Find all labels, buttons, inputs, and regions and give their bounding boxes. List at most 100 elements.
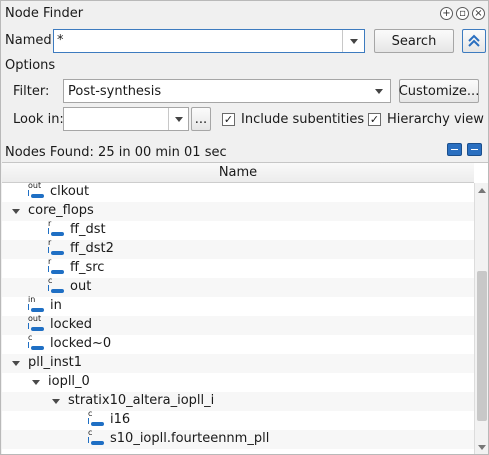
tree-row-label: s10_iopll.fourteennm_pll	[110, 431, 270, 446]
include-subentities-checkbox[interactable]: ✓	[222, 113, 235, 126]
pin-type-label: r	[48, 257, 52, 266]
named-combobox[interactable]: *	[53, 29, 365, 53]
pin-line	[28, 323, 29, 329]
options-heading: Options	[5, 58, 56, 73]
tree-row-label: in	[50, 298, 62, 313]
pin-type-label: c	[88, 428, 93, 437]
hierarchy-view-label[interactable]: Hierarchy view	[387, 112, 484, 127]
search-button-label: Search	[391, 33, 437, 49]
chevron-down-icon[interactable]	[342, 30, 364, 52]
pin-bar	[91, 422, 104, 426]
named-value[interactable]: *	[57, 33, 64, 48]
pin-type-label: c	[28, 333, 33, 342]
pin-line	[28, 304, 29, 310]
browse-button[interactable]: ...	[191, 107, 211, 131]
tree-row-label: out	[70, 279, 92, 294]
node-list: Name out clkout core_flops r ff_dst r ff_dst2 r…	[2, 162, 488, 454]
tree-row[interactable]: r ff_dst	[2, 219, 474, 240]
tree-row-label: ff_dst	[70, 222, 106, 237]
nodes-found-status: Nodes Found: 25 in 00 min 01 sec	[5, 145, 227, 160]
pin-line	[28, 342, 29, 348]
pin-line	[28, 190, 29, 196]
lookin-combobox[interactable]	[63, 107, 189, 131]
pin-type-label: r	[48, 238, 52, 247]
expand-all-icon[interactable]	[447, 143, 462, 156]
pin-bar	[51, 251, 64, 255]
help-circle-icon[interactable]: +	[440, 7, 453, 20]
pin-type-label: c	[48, 276, 53, 285]
pin-bar	[31, 194, 44, 198]
tree-row[interactable]: r ff_src	[2, 257, 474, 278]
tree-row-label: clkout	[50, 184, 90, 199]
pin-c-icon: c	[88, 428, 110, 449]
chevron-down-icon[interactable]	[368, 80, 390, 102]
pin-bar	[31, 327, 44, 331]
tree-row[interactable]: c out	[2, 276, 474, 297]
tree-expander-icon[interactable]	[52, 399, 60, 404]
pin-type-label: out	[28, 314, 42, 323]
tree-row[interactable]: out clkout	[2, 181, 474, 202]
tree-row-label: core_flops	[28, 203, 94, 218]
pin-bar	[31, 308, 44, 312]
float-window-icon[interactable]: ▫	[456, 7, 469, 20]
pin-bar	[51, 289, 64, 293]
pin-line	[88, 418, 89, 424]
pin-bar	[51, 232, 64, 236]
vertical-scrollbar[interactable]	[474, 183, 488, 454]
pin-line	[48, 285, 49, 291]
search-button[interactable]: Search	[374, 29, 454, 53]
close-window-icon[interactable]: ×	[472, 7, 485, 20]
tree-row[interactable]: c locked~0	[2, 333, 474, 354]
named-label: Named:	[5, 33, 56, 48]
tree-expander-icon[interactable]	[12, 209, 20, 214]
pin-type-label: out	[28, 181, 42, 190]
filter-combobox[interactable]: Post-synthesis	[63, 79, 391, 103]
include-subentities-label[interactable]: Include subentities	[241, 112, 364, 127]
pin-c-icon: c	[48, 276, 70, 297]
tree-row-label: stratix10_altera_iopll_i	[68, 393, 215, 408]
hierarchy-view-checkbox[interactable]: ✓	[368, 113, 381, 126]
tree-row[interactable]: c s10_iopll.fourteennm_pll	[2, 428, 474, 449]
pin-c-icon: c	[28, 333, 50, 354]
scroll-thumb[interactable]	[477, 271, 487, 421]
pin-bar	[91, 441, 104, 445]
tree-row-label: locked~0	[50, 336, 112, 351]
pin-r-icon: r	[48, 219, 70, 240]
tree-row[interactable]: pll_inst1	[2, 354, 474, 373]
tree-row-label: ff_src	[70, 260, 105, 275]
double-chevron-up-icon[interactable]	[462, 29, 486, 53]
tree-row[interactable]: out locked	[2, 314, 474, 335]
customize-button[interactable]: Customize...	[399, 79, 479, 103]
pin-bar	[31, 346, 44, 350]
pin-line	[48, 247, 49, 253]
scroll-up-icon[interactable]	[478, 188, 486, 193]
tree-row-label: pll_inst1	[28, 355, 82, 370]
column-header-name[interactable]: Name	[2, 163, 474, 183]
title-bar: Node Finder + ▫ ×	[1, 1, 488, 27]
filter-label: Filter:	[13, 84, 50, 99]
tree-row[interactable]: in in	[2, 295, 474, 316]
window-title: Node Finder	[5, 6, 84, 21]
pin-r-icon: r	[48, 238, 70, 259]
tree-row[interactable]: c i16	[2, 409, 474, 430]
tree-expander-icon[interactable]	[32, 380, 40, 385]
tree-row[interactable]: iopll_0	[2, 373, 474, 392]
collapse-all-icon[interactable]	[467, 143, 482, 156]
tree-row-label: i16	[110, 412, 131, 427]
pin-line	[48, 228, 49, 234]
pin-line	[48, 266, 49, 272]
chevron-down-icon[interactable]	[168, 108, 188, 130]
tree-row[interactable]: r ff_dst2	[2, 238, 474, 259]
scroll-down-icon[interactable]	[478, 445, 486, 450]
tree-expander-icon[interactable]	[12, 361, 20, 366]
browse-button-label: ...	[194, 111, 208, 127]
tree-row-label: locked	[50, 317, 93, 332]
pin-type-label: c	[88, 409, 93, 418]
tree-row-label: ff_dst2	[70, 241, 114, 256]
pin-line	[88, 437, 89, 443]
tree-row[interactable]: stratix10_altera_iopll_i	[2, 392, 474, 411]
tree-row[interactable]: core_flops	[2, 202, 474, 221]
lookin-label: Look in:	[13, 112, 64, 127]
filter-value: Post-synthesis	[68, 84, 162, 99]
customize-button-label: Customize...	[398, 83, 480, 99]
